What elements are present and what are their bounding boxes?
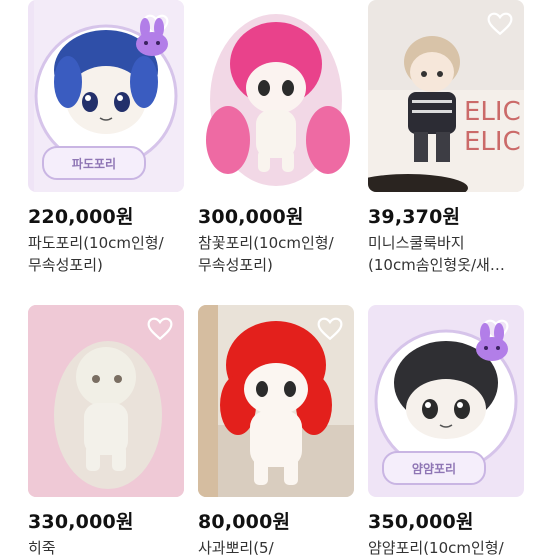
product-title-line: 얌얌포리(10cm인형/ (368, 539, 504, 557)
product-price: 80,000원 (198, 511, 291, 533)
product-image[interactable]: 얌얌포리 (368, 305, 524, 497)
product-title-line: 참꽃포리(10cm인형/ (198, 234, 334, 252)
product-card[interactable]: 330,000원 히죽 (28, 305, 184, 557)
product-title-line: 미니스쿨룩바지 (368, 234, 465, 252)
svg-text:ELIC: ELIC (464, 127, 521, 157)
product-card[interactable]: 80,000원 사과뽀리(5/ (198, 305, 354, 557)
product-image[interactable]: 파도포리 (28, 0, 184, 192)
product-title[interactable]: 파도포리(10cm인형/ 무속성포리) (28, 232, 186, 276)
heart-icon[interactable] (316, 315, 344, 343)
product-price: 220,000원 (28, 206, 134, 228)
product-title[interactable]: 히죽 (28, 537, 186, 559)
product-title[interactable]: 참꽃포리(10cm인형/ 무속성포리) (198, 232, 356, 276)
bunny-icon (476, 323, 508, 361)
product-price: 350,000원 (368, 511, 474, 533)
svg-text:ELIC: ELIC (464, 97, 521, 127)
product-grid: 파도포리 220,000원 파도포리(10cm인형/ 무속성포리) 300,00… (0, 0, 552, 557)
product-title-line: 무속성포리) (28, 256, 103, 274)
product-title[interactable]: 얌얌포리(10cm인형/ (368, 537, 526, 559)
heart-icon[interactable] (486, 10, 514, 38)
product-card[interactable]: ELIC ELIC 39,370원 미니스쿨룩바지 (10cm솜인형옷/새… (368, 0, 524, 274)
product-card[interactable]: 300,000원 참꽃포리(10cm인형/ 무속성포리) (198, 0, 354, 274)
product-title-line: 파도포리(10cm인형/ (28, 234, 164, 252)
product-title[interactable]: 미니스쿨룩바지 (10cm솜인형옷/새… (368, 232, 526, 276)
heart-icon[interactable] (146, 315, 174, 343)
bunny-icon (136, 18, 168, 56)
product-title-line: 히죽 (28, 539, 56, 557)
product-title[interactable]: 사과뽀리(5/ (198, 537, 356, 559)
product-title-line: 사과뽀리(5/ (198, 539, 274, 557)
heart-icon[interactable] (316, 10, 344, 38)
product-card[interactable]: 파도포리 220,000원 파도포리(10cm인형/ 무속성포리) (28, 0, 184, 274)
product-image[interactable] (198, 0, 354, 192)
product-title-line: (10cm솜인형옷/새… (368, 256, 505, 274)
product-card[interactable]: 얌얌포리 350,000원 얌얌포리(10cm인형/ (368, 305, 524, 557)
product-tag: 파도포리 (42, 146, 146, 180)
product-price: 330,000원 (28, 511, 134, 533)
product-image[interactable] (198, 305, 354, 497)
product-image[interactable] (28, 305, 184, 497)
product-price: 300,000원 (198, 206, 304, 228)
product-image[interactable]: ELIC ELIC (368, 0, 524, 192)
product-title-line: 무속성포리) (198, 256, 273, 274)
product-tag: 얌얌포리 (382, 451, 486, 485)
product-price: 39,370원 (368, 206, 461, 228)
